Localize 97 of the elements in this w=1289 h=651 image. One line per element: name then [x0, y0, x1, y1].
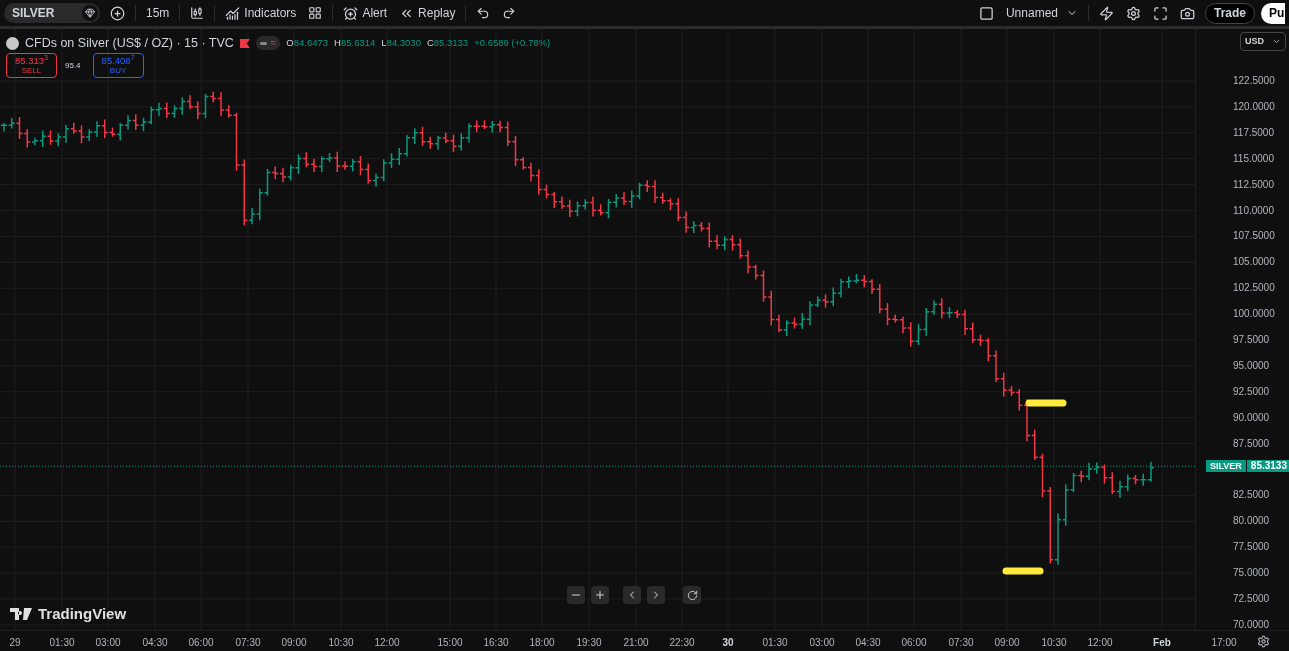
gem-icon	[85, 8, 95, 18]
lightning-icon	[1099, 5, 1114, 21]
sell-button[interactable]: 85.313$^{3}$ SELL	[6, 53, 57, 78]
price-label: 117.5000	[1233, 126, 1274, 139]
ohlc-value: L84.3030	[381, 36, 421, 51]
time-label: 09:00	[281, 636, 307, 650]
time-label: 18:00	[529, 636, 555, 650]
time-label: 17:00	[1211, 636, 1237, 650]
ohlc-value: C85.3133	[426, 36, 469, 51]
price-label: 120.0000	[1233, 100, 1275, 113]
time-label: 16:30	[483, 636, 509, 650]
flag-icon	[239, 38, 250, 48]
symbol-search[interactable]: SILVER	[4, 3, 100, 23]
price-label: 80.0000	[1233, 515, 1270, 528]
symbol-tag: SILVER	[1206, 460, 1246, 473]
square-icon	[978, 5, 994, 21]
price-label: 82.5000	[1233, 489, 1270, 502]
redo-icon	[502, 6, 517, 20]
time-label: 15:00	[437, 636, 463, 650]
price-label: 72.5000	[1233, 593, 1270, 605]
interval-button[interactable]: 15m	[140, 2, 176, 24]
price-label: 115.0000	[1233, 152, 1274, 165]
time-label: 12:00	[1087, 636, 1113, 650]
time-label: 03:00	[95, 636, 121, 650]
camera-icon	[1180, 5, 1195, 21]
price-label: 70.0000	[1233, 618, 1270, 631]
time-label: 29	[9, 636, 21, 650]
ohlc-value: O84.6473	[286, 36, 329, 51]
price-label: 77.5000	[1233, 541, 1270, 554]
price-label: 100.0000	[1233, 308, 1275, 321]
chart-icon	[225, 5, 241, 21]
time-label: 01:30	[49, 636, 75, 650]
time-label: 04:30	[855, 636, 881, 650]
scroll-left-button[interactable]	[623, 586, 641, 604]
trade-button[interactable]: Trade	[1205, 2, 1255, 24]
time-label: 06:00	[901, 636, 927, 650]
time-label: 21:00	[623, 636, 649, 650]
price-label: 87.5000	[1233, 437, 1270, 450]
scroll-right-button[interactable]	[647, 586, 665, 604]
time-label: Feb	[1153, 636, 1171, 650]
grid-icon	[308, 6, 323, 20]
time-label: 03:00	[809, 636, 835, 650]
symbol-title: CFDs on Silver (US$ / OZ) · 15 · TVC	[25, 35, 234, 52]
alarm-clock-icon	[343, 5, 359, 21]
symbol-logo-icon	[6, 36, 19, 50]
price-change: +0.6589 (+0.78%)	[474, 36, 551, 51]
highlight-mark	[1002, 566, 1044, 576]
replay-button[interactable]: Replay	[393, 2, 462, 24]
time-label: 04:30	[142, 636, 168, 650]
time-label: 01:30	[762, 636, 788, 650]
bars-icon	[190, 6, 205, 20]
fullscreen-icon	[1153, 5, 1168, 21]
price-label: 122.5000	[1233, 75, 1275, 87]
price-label: 95.0000	[1233, 359, 1270, 372]
time-label: 06:00	[188, 636, 214, 650]
time-label: 09:00	[994, 636, 1020, 650]
spread-value: 95.4	[65, 59, 81, 72]
zoom-out-button[interactable]	[567, 586, 585, 604]
ohlc-value: H85.6314	[334, 36, 376, 51]
time-label: 07:30	[948, 636, 974, 650]
reset-icon	[686, 589, 698, 601]
tradingview-watermark: TradingView	[38, 604, 127, 624]
alert-button[interactable]: Alert	[337, 2, 394, 24]
price-label: 110.0000	[1233, 204, 1274, 217]
settings-icon	[1257, 634, 1270, 648]
time-label: 07:30	[235, 636, 261, 650]
price-label: 102.5000	[1233, 282, 1275, 295]
plus-icon	[594, 589, 606, 601]
price-label: 112.5000	[1233, 178, 1274, 191]
time-label: 19:30	[576, 636, 602, 650]
indicators-button[interactable]: Indicators	[219, 2, 303, 24]
buy-button[interactable]: 85.408$^{7}$ BUY	[92, 53, 144, 78]
settings-icon	[1126, 5, 1141, 21]
last-price-tag: 85.3133	[1246, 460, 1289, 473]
undo-icon	[476, 6, 491, 20]
layout-button[interactable]: Unnamed	[972, 2, 1084, 24]
publish-button[interactable]: Pu	[1261, 2, 1285, 24]
highlight-mark	[1025, 398, 1067, 408]
time-label: 22:30	[669, 636, 695, 650]
price-label: 97.5000	[1233, 334, 1270, 346]
status-pill: ≈	[255, 36, 281, 51]
reset-chart-button[interactable]	[683, 586, 701, 604]
price-label: 92.5000	[1233, 385, 1270, 398]
time-label: 10:30	[1041, 636, 1067, 650]
currency-select[interactable]: USD	[1240, 32, 1286, 51]
time-label: 10:30	[328, 636, 354, 650]
price-label: 75.0000	[1233, 567, 1270, 580]
time-label: 12:00	[374, 636, 400, 650]
price-label: 107.5000	[1233, 230, 1275, 243]
tradingview-logo-icon	[10, 608, 32, 621]
chevron-down-icon	[1272, 37, 1281, 46]
plus-icon	[110, 5, 125, 21]
price-label: 105.0000	[1233, 256, 1275, 269]
zoom-in-button[interactable]	[591, 586, 609, 604]
settings-button[interactable]	[1257, 634, 1270, 648]
time-label: 30	[722, 636, 734, 650]
price-label: 90.0000	[1233, 411, 1270, 424]
